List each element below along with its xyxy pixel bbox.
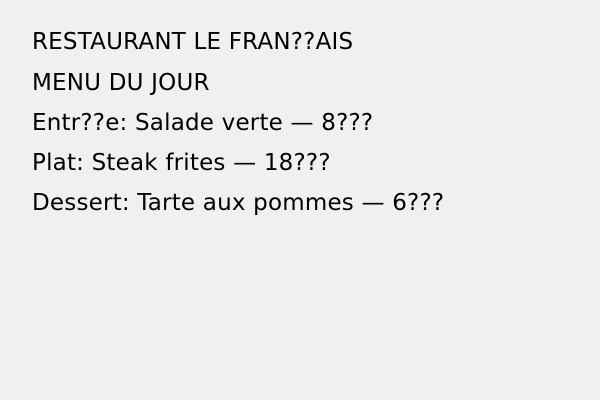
menu-item-main: Plat: Steak frites — 18??? bbox=[32, 150, 331, 176]
menu-title: MENU DU JOUR bbox=[32, 70, 210, 96]
menu-item-dessert: Dessert: Tarte aux pommes — 6??? bbox=[32, 190, 445, 216]
menu-item-starter: Entr??e: Salade verte — 8??? bbox=[32, 110, 374, 136]
restaurant-name: RESTAURANT LE FRAN??AIS bbox=[32, 29, 354, 55]
menu-sheet: RESTAURANT LE FRAN??AIS MENU DU JOUR Ent… bbox=[0, 0, 600, 400]
